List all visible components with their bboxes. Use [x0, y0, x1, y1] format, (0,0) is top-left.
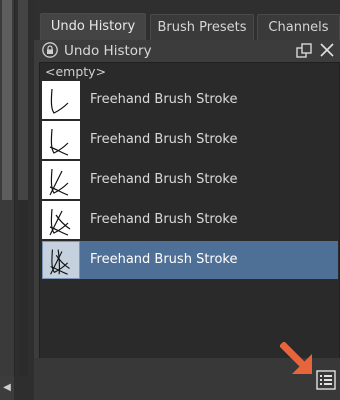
- float-icon[interactable]: [296, 43, 312, 59]
- list-item[interactable]: Freehand Brush Stroke: [42, 201, 338, 239]
- panel-divider-thumb: [18, 0, 28, 200]
- vertical-scrollbar[interactable]: [0, 0, 15, 376]
- list-item[interactable]: Freehand Brush Stroke: [42, 161, 338, 199]
- close-icon[interactable]: [319, 42, 335, 58]
- scrollbar-thumb[interactable]: [2, 0, 12, 200]
- docker-title: Undo History: [64, 43, 152, 59]
- list-settings-icon[interactable]: [316, 370, 336, 390]
- scroll-left-button[interactable]: ◀: [0, 376, 14, 400]
- list-item[interactable]: Freehand Brush Stroke: [42, 81, 338, 119]
- docker-titlebar: Undo History: [34, 40, 340, 62]
- arrow-icon: [280, 342, 312, 374]
- list-item-label: Freehand Brush Stroke: [90, 132, 238, 147]
- stroke-thumbnail: [42, 201, 80, 239]
- lock-icon[interactable]: [42, 42, 58, 58]
- undo-history-docker: Undo History <empty> Freehand Brush Stro…: [34, 40, 340, 400]
- list-item[interactable]: Freehand Brush Stroke: [42, 121, 338, 159]
- triangle-left-icon: ◀: [3, 382, 11, 393]
- stroke-thumbnail: [42, 121, 80, 159]
- stroke-thumbnail: [42, 81, 80, 119]
- left-panel-strip: ◀: [0, 0, 34, 400]
- tab-brush-presets[interactable]: Brush Presets: [150, 14, 254, 40]
- tab-undo-history[interactable]: Undo History: [40, 13, 146, 41]
- empty-state-item[interactable]: <empty>: [45, 64, 106, 79]
- stroke-thumbnail: [42, 241, 80, 279]
- list-item-selected[interactable]: Freehand Brush Stroke: [42, 241, 338, 279]
- list-item-label: Freehand Brush Stroke: [90, 172, 238, 187]
- stroke-thumbnail: [42, 161, 80, 199]
- list-item-label: Freehand Brush Stroke: [90, 92, 238, 107]
- undo-history-list[interactable]: <empty> Freehand Brush Stroke Freehand B…: [39, 62, 340, 360]
- docker-tab-bar: Undo History Brush Presets Channels: [34, 0, 340, 41]
- list-item-label: Freehand Brush Stroke: [90, 252, 238, 267]
- tab-channels[interactable]: Channels: [257, 14, 340, 40]
- list-item-label: Freehand Brush Stroke: [90, 212, 238, 227]
